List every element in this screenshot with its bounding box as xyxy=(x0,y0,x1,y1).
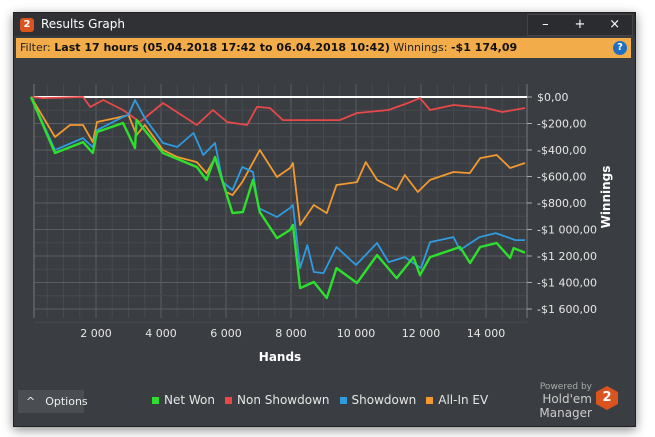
options-button[interactable]: ^ Options xyxy=(18,390,88,413)
y-tick-label: -$1 000,00 xyxy=(537,224,597,237)
x-tick-label: 10 000 xyxy=(337,327,376,340)
showdown-swatch xyxy=(339,396,347,404)
x-axis-label: Hands xyxy=(259,350,301,364)
results-chart: 2 000 4 000 6 000 8 000 10 000 12 000 14 000 $0… xyxy=(29,84,613,364)
x-tick-label: 6 000 xyxy=(210,327,242,340)
options-label: Options xyxy=(45,395,88,408)
y-tick-label: -$1 600,00 xyxy=(537,303,597,316)
y-tick-label: -$600,00 xyxy=(537,171,586,184)
powered-by-text: Powered by xyxy=(539,382,592,392)
legend-label: Net Won xyxy=(164,393,215,407)
legend-item-showdown[interactable]: Showdown xyxy=(339,393,417,407)
legend-item-all-in-ev[interactable]: All-In EV xyxy=(426,393,488,407)
all-in-ev-swatch xyxy=(426,396,434,404)
legend-item-non-showdown[interactable]: Non Showdown xyxy=(225,393,330,407)
y-tick-label: -$1 200,00 xyxy=(537,250,597,263)
y-tick-label: -$1 400,00 xyxy=(537,277,597,290)
brand-name: Hold'em Manager xyxy=(539,392,592,420)
x-tick-label: 4 000 xyxy=(145,327,177,340)
legend-item-net-won[interactable]: Net Won xyxy=(152,393,215,407)
net-won-swatch xyxy=(152,396,159,404)
series-net-won xyxy=(29,96,526,300)
x-tick-label: 2 000 xyxy=(80,327,112,340)
legend-label: All-In EV xyxy=(438,393,489,407)
x-tick-label: 14 000 xyxy=(467,327,506,340)
y-tick-label: -$200,00 xyxy=(537,118,586,131)
y-tick-label: -$400,00 xyxy=(537,144,586,157)
legend: Net Won Non Showdown Showdown All-In EV xyxy=(152,393,488,407)
chevron-up-icon: ^ xyxy=(26,395,36,408)
powered-by: Powered by Hold'em Manager xyxy=(496,382,592,420)
x-tick-label: 12 000 xyxy=(402,327,441,340)
y-tick-label: $0,00 xyxy=(537,91,569,104)
legend-label: Non Showdown xyxy=(237,393,330,407)
y-tick-label: -$800,00 xyxy=(537,197,586,210)
y-axis-label: Winnings xyxy=(599,166,613,229)
non-showdown-swatch xyxy=(225,396,232,404)
legend-label: Showdown xyxy=(351,393,417,407)
x-tick-label: 8 000 xyxy=(275,327,307,340)
